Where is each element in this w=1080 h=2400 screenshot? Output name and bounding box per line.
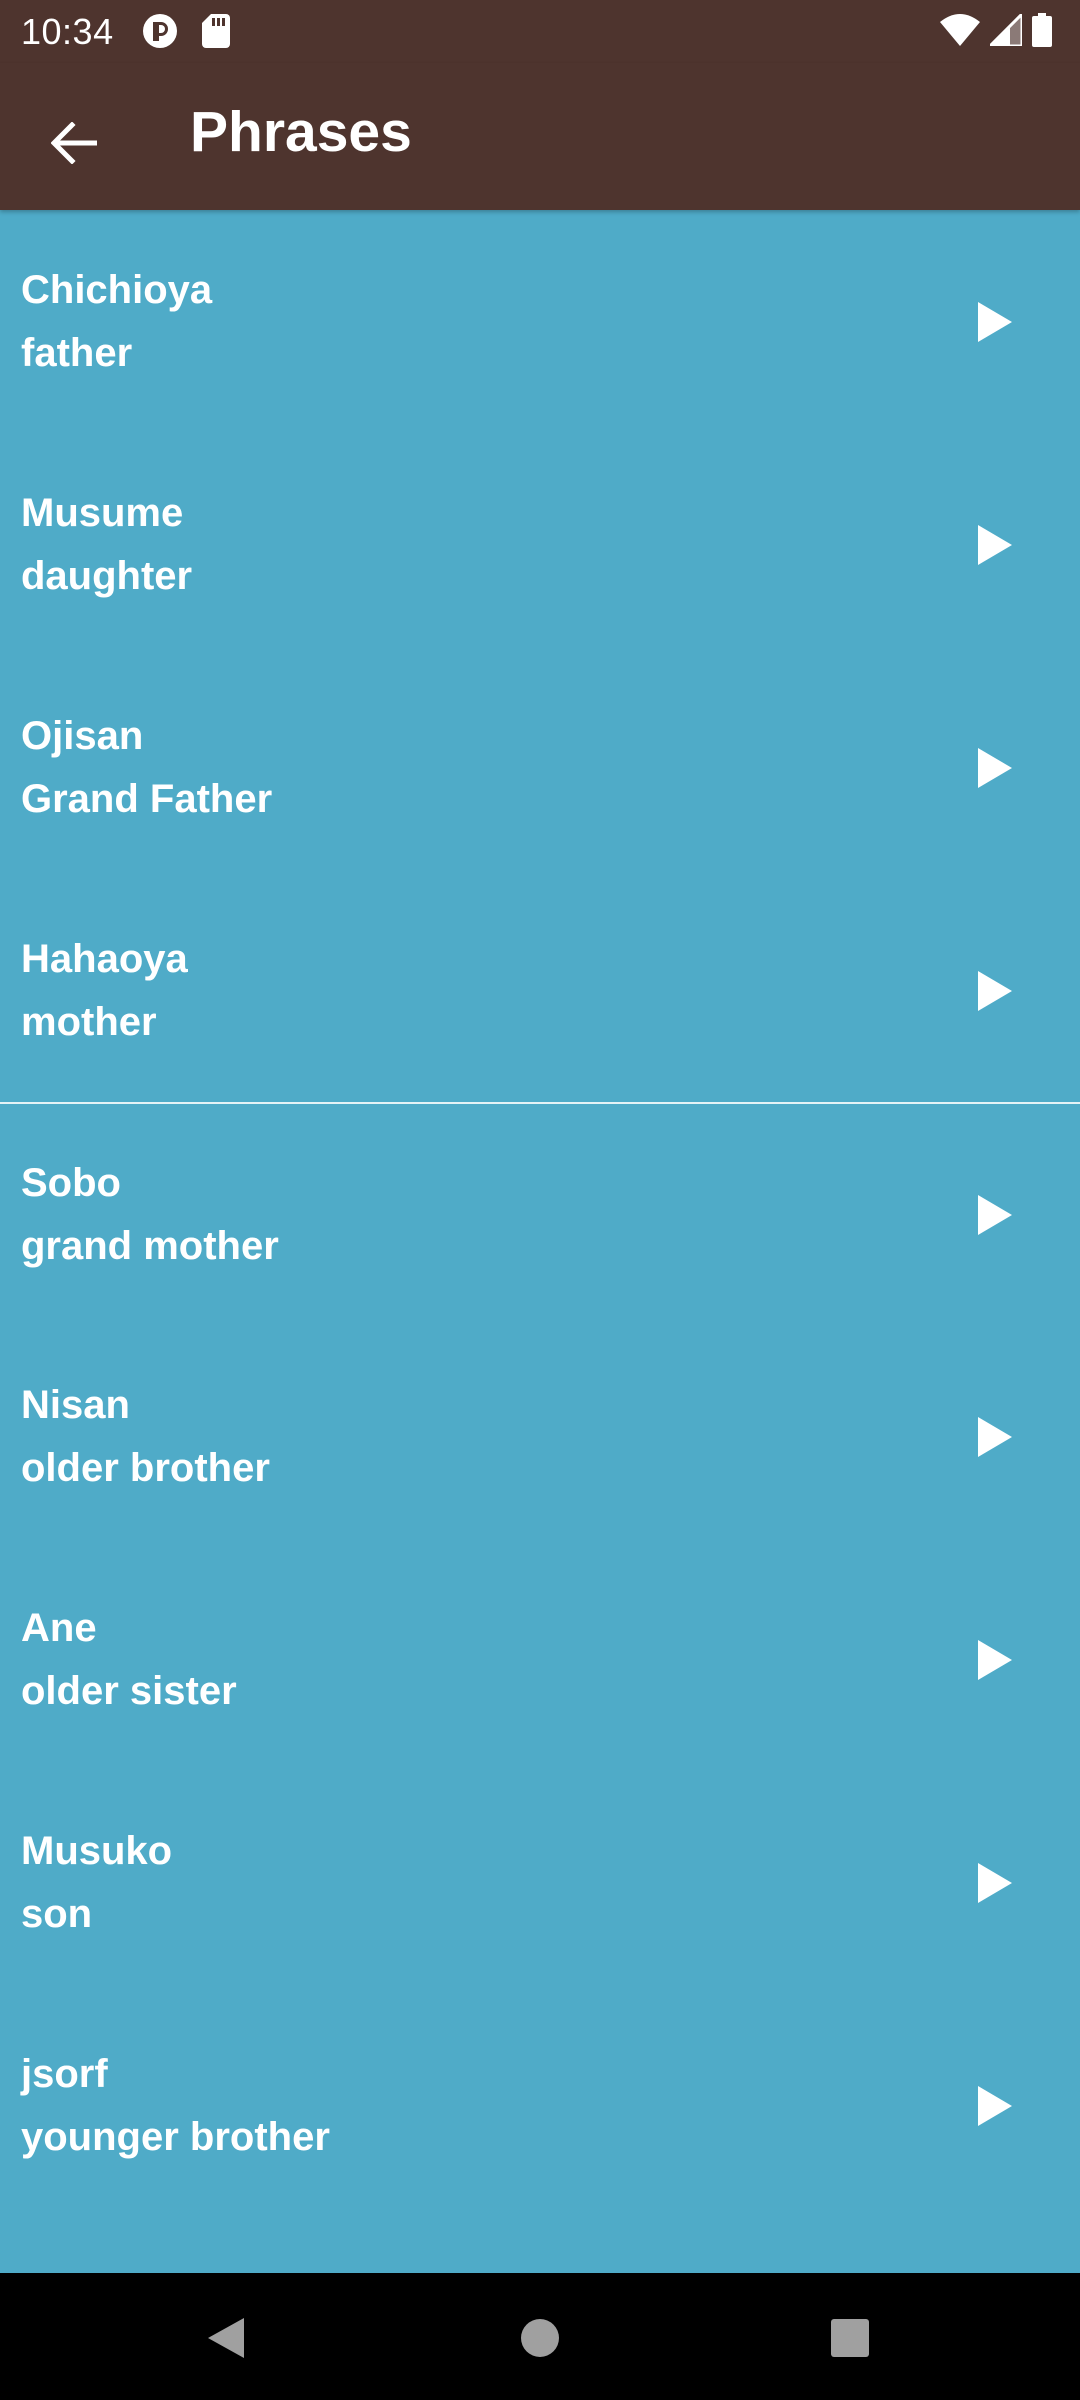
play-button[interactable] xyxy=(960,733,1030,803)
phrase-text: Musuko son xyxy=(21,1820,172,1946)
english-translation: mother xyxy=(21,999,157,1044)
list-item[interactable]: Musuko son xyxy=(0,1771,1080,1994)
recents-nav-icon xyxy=(831,2319,869,2357)
back-button[interactable] xyxy=(32,103,116,187)
status-bar: 10:34 xyxy=(0,0,1080,63)
phrase-text: Hahaoya mother xyxy=(21,928,188,1054)
play-icon xyxy=(978,301,1012,342)
play-icon xyxy=(978,1416,1012,1457)
japanese-word: Ojisan xyxy=(21,713,144,758)
status-time: 10:34 xyxy=(21,11,114,52)
list-item[interactable]: Nisan older brother xyxy=(0,1325,1080,1548)
list-item[interactable]: Sobo grand mother xyxy=(0,1102,1080,1325)
phrase-text: Chichioya father xyxy=(21,259,212,385)
phrase-list[interactable]: Chichioya father Musume daughter Ojisan … xyxy=(0,210,1080,2273)
play-button[interactable] xyxy=(960,1402,1030,1472)
english-translation: older brother xyxy=(21,1445,270,1490)
list-item[interactable]: Ane older sister xyxy=(0,1548,1080,1771)
english-translation: younger brother xyxy=(21,2114,330,2159)
play-icon xyxy=(978,1862,1012,1903)
list-item[interactable]: Musume daughter xyxy=(0,433,1080,656)
play-icon xyxy=(978,1639,1012,1680)
english-translation: grand mother xyxy=(21,1223,279,1268)
nav-home-button[interactable] xyxy=(498,2296,582,2380)
japanese-word: Sobo xyxy=(21,1160,121,1205)
japanese-word: Musume xyxy=(21,490,184,535)
page-title: Phrases xyxy=(190,100,412,164)
play-button[interactable] xyxy=(960,1848,1030,1918)
phrase-text: Ane older sister xyxy=(21,1597,237,1723)
phrase-text: Nisan older brother xyxy=(21,1374,270,1500)
play-icon xyxy=(978,524,1012,565)
list-item[interactable]: Hahaoya mother xyxy=(0,879,1080,1102)
japanese-word: Nisan xyxy=(21,1382,130,1427)
arrow-back-icon xyxy=(50,120,98,169)
list-item[interactable]: jsorf younger brother xyxy=(0,1994,1080,2217)
english-translation: daughter xyxy=(21,553,193,598)
japanese-word: Musuko xyxy=(21,1828,173,1873)
navigation-bar xyxy=(0,2273,1080,2400)
list-item[interactable]: Ojisan Grand Father xyxy=(0,656,1080,879)
notification-icon xyxy=(142,13,178,54)
japanese-word: jsorf xyxy=(21,2051,108,2096)
status-right-icons xyxy=(940,10,1052,52)
play-icon xyxy=(978,1194,1012,1235)
phrase-text: Musume daughter xyxy=(21,482,192,608)
nav-back-button[interactable] xyxy=(184,2296,268,2380)
back-nav-icon xyxy=(208,2318,244,2358)
app-bar: Phrases xyxy=(0,63,1080,210)
home-nav-icon xyxy=(521,2319,559,2357)
english-translation: father xyxy=(21,330,133,375)
english-translation: Grand Father xyxy=(21,776,273,821)
phrase-text: Ojisan Grand Father xyxy=(21,705,272,831)
play-button[interactable] xyxy=(960,1625,1030,1695)
nav-recents-button[interactable] xyxy=(808,2296,892,2380)
play-icon xyxy=(978,970,1012,1011)
play-icon xyxy=(978,747,1012,788)
english-translation: son xyxy=(21,1891,93,1936)
phrase-text: Sobo grand mother xyxy=(21,1152,279,1278)
status-left-icons xyxy=(142,13,230,54)
japanese-word: Chichioya xyxy=(21,267,213,312)
list-item[interactable]: Chichioya father xyxy=(0,210,1080,433)
play-button[interactable] xyxy=(960,2071,1030,2141)
play-button[interactable] xyxy=(960,510,1030,580)
japanese-word: Hahaoya xyxy=(21,936,188,981)
signal-icon xyxy=(986,10,1024,51)
english-translation: older sister xyxy=(21,1668,237,1713)
sd-card-icon xyxy=(202,14,230,53)
phrase-text: jsorf younger brother xyxy=(21,2043,330,2169)
play-button[interactable] xyxy=(960,1180,1030,1250)
battery-icon xyxy=(1032,13,1052,52)
play-button[interactable] xyxy=(960,956,1030,1026)
play-button[interactable] xyxy=(960,287,1030,357)
play-icon xyxy=(978,2085,1012,2126)
japanese-word: Ane xyxy=(21,1605,97,1650)
wifi-icon xyxy=(940,14,980,51)
